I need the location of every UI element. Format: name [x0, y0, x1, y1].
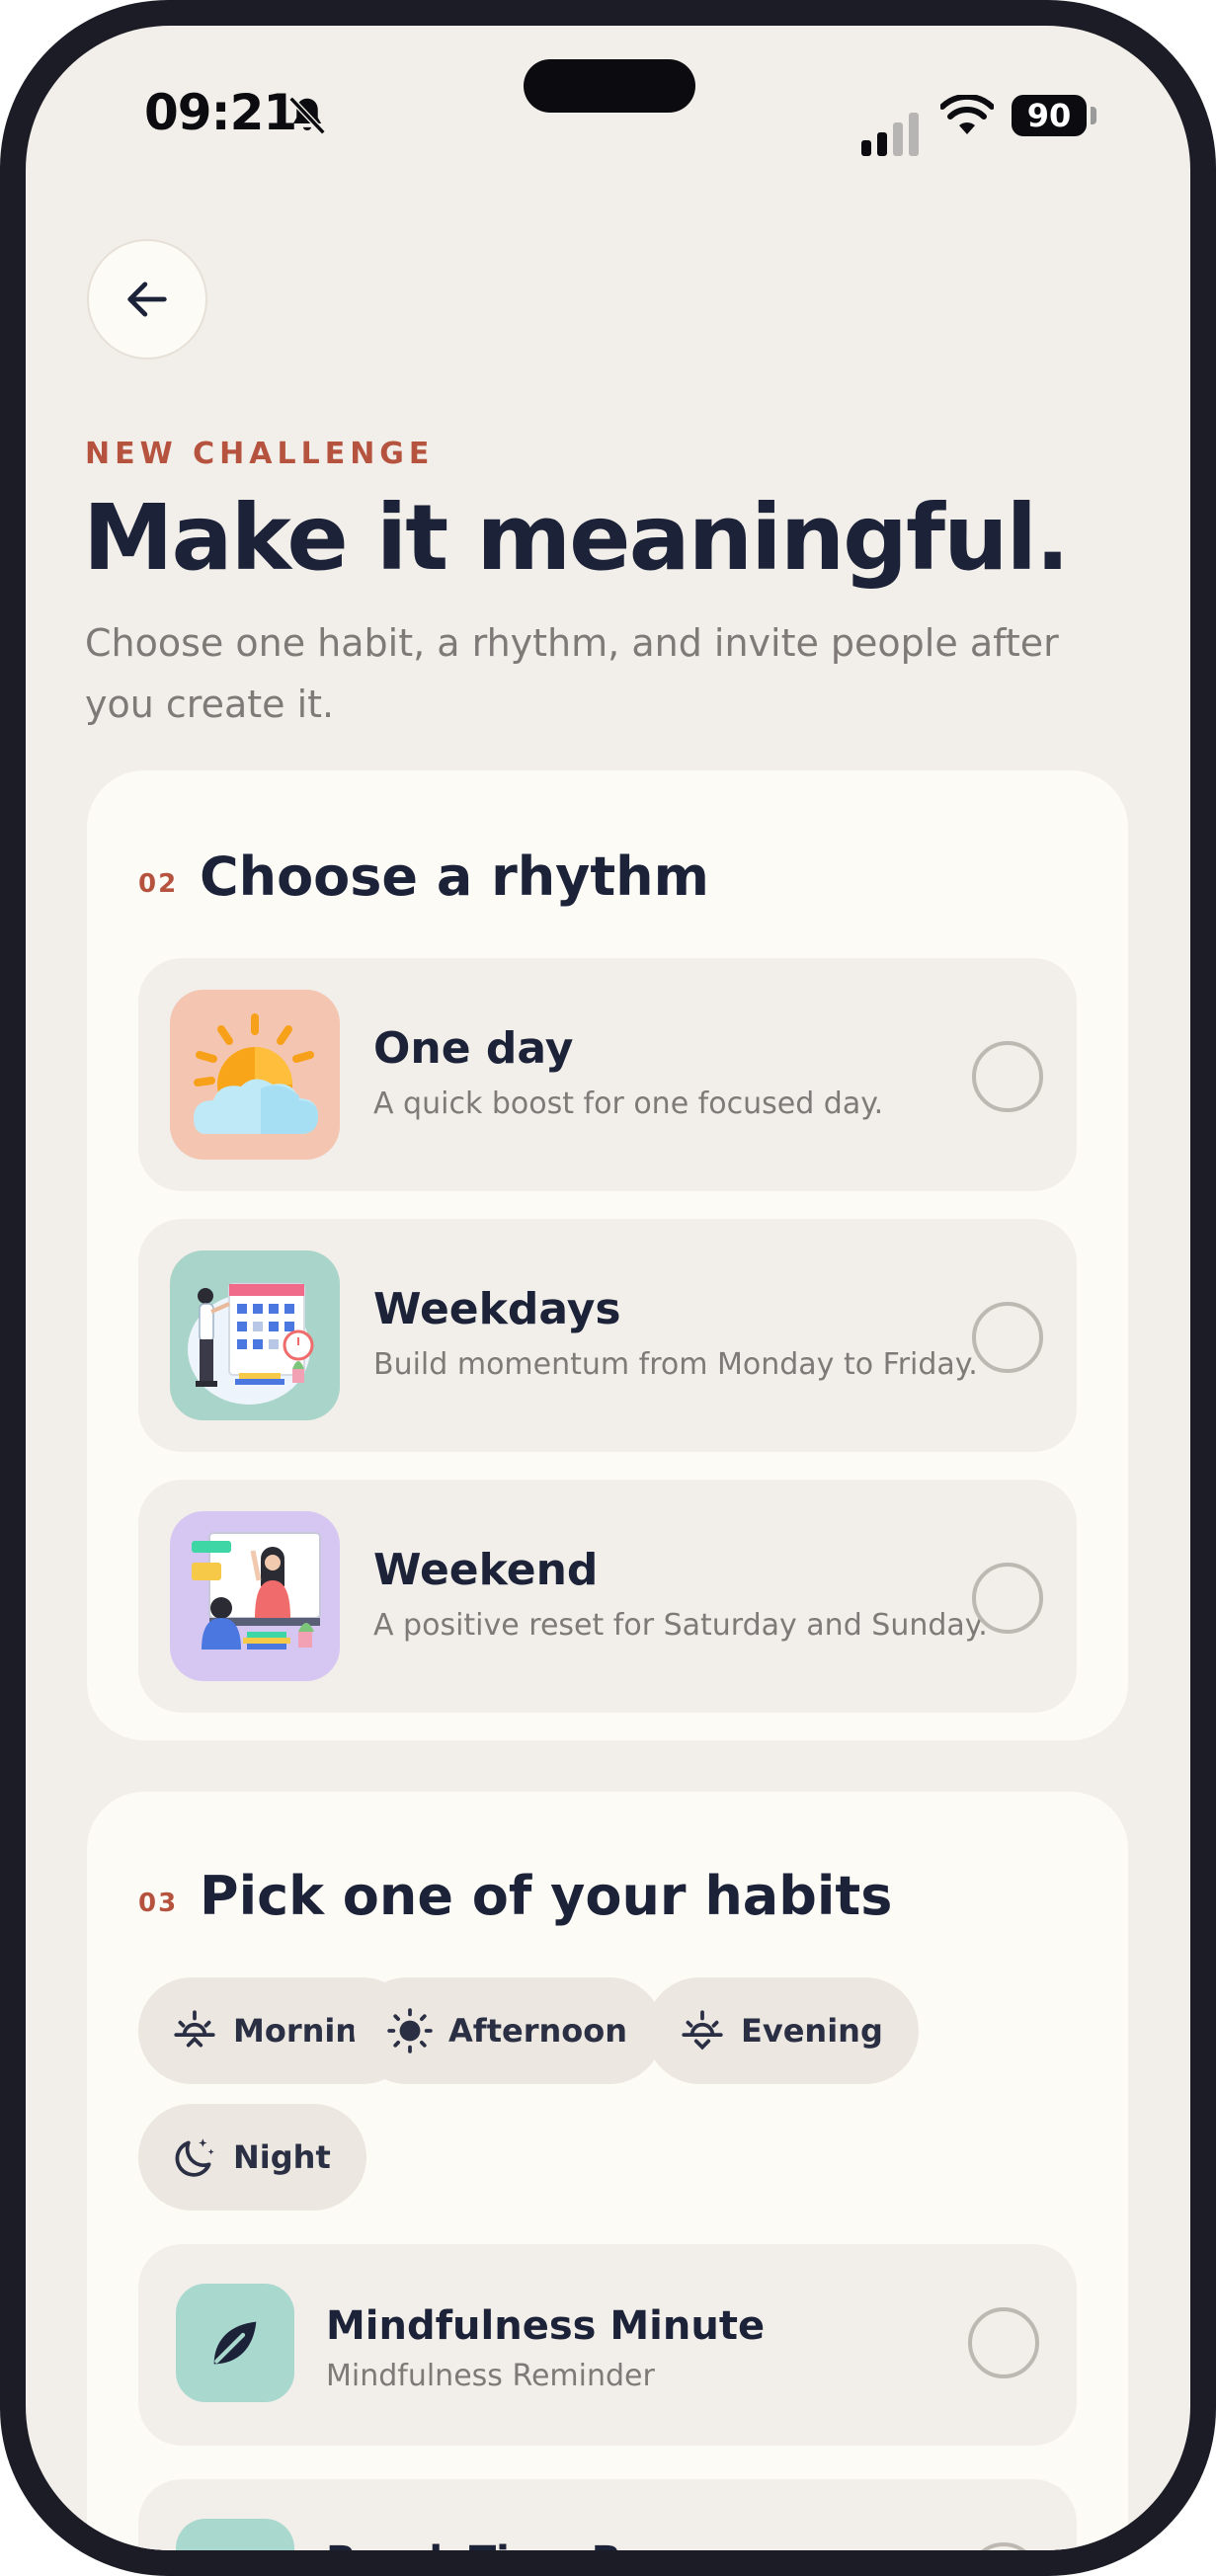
radio-button[interactable]: [972, 1302, 1043, 1373]
sunrise-icon: [174, 2010, 215, 2048]
option-description: Build momentum from Monday to Friday.: [373, 1347, 978, 1382]
back-button[interactable]: [87, 239, 207, 360]
radio-button[interactable]: [968, 2542, 1039, 2550]
step-number: 02: [138, 869, 179, 899]
bell-muted-icon: [288, 96, 326, 135]
radio-button[interactable]: [972, 1041, 1043, 1112]
habits-card: 03 Pick one of your habits Morning After…: [87, 1792, 1128, 2550]
arrow-left-icon: [127, 282, 167, 317]
status-time: 09:21: [144, 84, 297, 141]
habit-item-mindfulness-minute[interactable]: Mindfulness Minute Mindfulness Reminder: [138, 2244, 1077, 2446]
battery-cap: [1091, 107, 1096, 124]
section-title: Pick one of your habits: [200, 1865, 893, 1927]
sun-icon: [387, 2008, 433, 2053]
wifi-icon: [940, 95, 994, 134]
page-title: Make it meaningful.: [83, 485, 1070, 591]
chip-label: Evening: [741, 2012, 883, 2050]
rhythm-card: 02 Choose a rhythm One day A quick boost…: [87, 770, 1128, 1740]
cellular-signal-icon: [861, 113, 919, 156]
habit-title: Break Time Boss: [326, 2538, 695, 2550]
app-screen: 09:21 90 NEW CHALLENGE Make it meaningfu…: [26, 26, 1190, 2550]
chip-label: Afternoon: [448, 2012, 627, 2050]
sunset-icon: [682, 2010, 723, 2051]
battery-indicator: 90: [1012, 95, 1087, 136]
step-number: 03: [138, 1889, 179, 1918]
filter-chip-afternoon[interactable]: Afternoon: [354, 1977, 663, 2084]
phone-frame: 09:21 90 NEW CHALLENGE Make it meaningfu…: [0, 0, 1216, 2576]
filter-chip-night[interactable]: Night: [138, 2104, 366, 2211]
calendar-planner-illustration: [170, 1250, 340, 1420]
eyebrow-label: NEW CHALLENGE: [85, 437, 435, 471]
dynamic-island: [524, 59, 695, 113]
option-description: A positive reset for Saturday and Sunday…: [373, 1608, 988, 1643]
habit-item-break-time-boss[interactable]: Break Time Boss: [138, 2479, 1077, 2550]
radio-button[interactable]: [968, 2307, 1039, 2378]
section-title: Choose a rhythm: [200, 845, 709, 908]
rhythm-option-one-day[interactable]: One day A quick boost for one focused da…: [138, 958, 1077, 1191]
option-description: A quick boost for one focused day.: [373, 1087, 884, 1121]
option-title: Weekend: [373, 1545, 599, 1595]
video-call-illustration: [170, 1511, 340, 1681]
leaf-icon: [176, 2284, 294, 2402]
moon-stars-icon: [175, 2138, 214, 2177]
radio-button[interactable]: [972, 1563, 1043, 1634]
chip-label: Night: [233, 2138, 331, 2176]
sun-cloud-illustration: [170, 990, 340, 1160]
rhythm-option-weekdays[interactable]: Weekdays Build momentum from Monday to F…: [138, 1219, 1077, 1452]
filter-chip-evening[interactable]: Evening: [646, 1977, 919, 2084]
option-title: One day: [373, 1023, 574, 1074]
rhythm-option-weekend[interactable]: Weekend A positive reset for Saturday an…: [138, 1480, 1077, 1713]
option-title: Weekdays: [373, 1284, 621, 1334]
habit-title: Mindfulness Minute: [326, 2303, 766, 2349]
habit-subtitle: Mindfulness Reminder: [326, 2359, 655, 2393]
page-subtitle: Choose one habit, a rhythm, and invite p…: [85, 621, 1059, 726]
leaf-icon: [176, 2519, 294, 2550]
